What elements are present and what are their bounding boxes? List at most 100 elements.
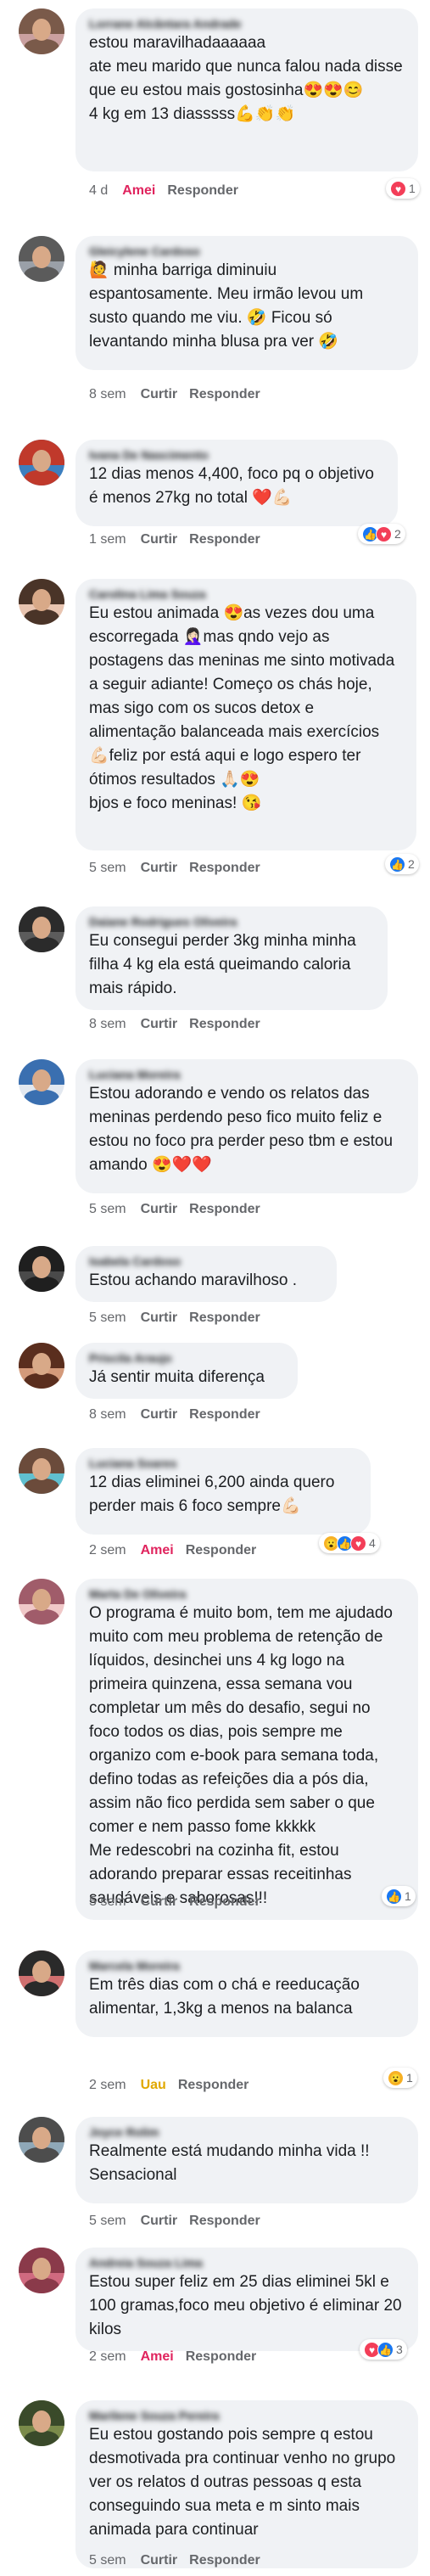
comment-author[interactable]: Priscila Araujo (89, 1350, 284, 1366)
like-button[interactable]: Curtir (141, 387, 178, 401)
comment-bubble: Marilene Souza Pereira Eu estou gostando … (75, 2400, 418, 2568)
comment-author[interactable]: Luciana Moreira (89, 1067, 405, 1082)
like-button[interactable]: Curtir (141, 1202, 178, 1216)
comment-author[interactable]: Lorrane Alcântara Andrade (89, 16, 405, 31)
comment-timestamp[interactable]: 8 sem (89, 1017, 126, 1031)
comment-timestamp[interactable]: 2 sem (89, 1543, 126, 1557)
comment-bubble: Joyce Rolim Realmente está mudando minha … (75, 2117, 418, 2203)
comment-author[interactable]: Marilene Souza Pereira (89, 2408, 405, 2423)
like-icon: 👍 (377, 2341, 394, 2358)
comment-bubble: Gleicylene Cardoso 🙋 minha barriga diminu… (75, 236, 418, 370)
reply-button[interactable]: Responder (186, 1543, 257, 1557)
comment-timestamp[interactable]: 2 sem (89, 2349, 126, 2364)
comment-text: 12 dias eliminei 6,200 ainda quero perde… (89, 1473, 339, 1515)
comment-timestamp[interactable]: 5 sem (89, 1310, 126, 1325)
comment-bubble: Daiane Rodrigues Oliveira Eu consegui per… (75, 906, 388, 1010)
avatar[interactable] (19, 1059, 64, 1105)
like-button[interactable]: Curtir (141, 1894, 178, 1909)
like-button[interactable]: Curtir (141, 1407, 178, 1422)
reactions-summary[interactable]: 😮 👍 ♥ 4 (319, 1533, 380, 1553)
reply-button[interactable]: Responder (189, 1202, 260, 1216)
like-icon: 👍 (389, 856, 405, 873)
reactions-summary[interactable]: ♥ 👍 3 (360, 2339, 407, 2360)
reply-button[interactable]: Responder (189, 1017, 260, 1031)
like-button[interactable]: Curtir (141, 1017, 178, 1031)
like-button[interactable]: Curtir (141, 532, 178, 547)
like-button[interactable]: Curtir (141, 2214, 178, 2228)
comment-actions: 5 sem Curtir Responder (89, 2214, 272, 2229)
reactions-summary[interactable]: ♥ 1 (386, 178, 420, 199)
comment-author[interactable]: Joyce Rolim (89, 2124, 405, 2140)
comment-timestamp[interactable]: 5 sem (89, 1202, 126, 1216)
reply-button[interactable]: Responder (186, 2349, 257, 2364)
reactions-summary[interactable]: 👍 1 (382, 1886, 416, 1906)
avatar[interactable] (19, 906, 64, 952)
comment-bubble: Carolina Lima Souza Eu estou animada 😍as … (75, 579, 416, 850)
comment-author[interactable]: Marcela Moreira (89, 1958, 405, 1973)
avatar[interactable] (19, 1950, 64, 1996)
comment-text: Estou super feliz em 25 dias eliminei 5k… (89, 2273, 406, 2338)
reply-button[interactable]: Responder (167, 183, 238, 198)
avatar[interactable] (19, 1448, 64, 1494)
comment-author[interactable]: Andreia Souza Lima (89, 2255, 405, 2270)
reactions-summary[interactable]: 👍 ♥ 2 (358, 524, 405, 544)
react-button[interactable]: Amei (122, 183, 155, 198)
avatar[interactable] (19, 2400, 64, 2446)
avatar[interactable] (19, 236, 64, 282)
react-button[interactable]: Uau (141, 2078, 166, 2092)
avatar[interactable] (19, 2117, 64, 2163)
like-button[interactable]: Curtir (141, 861, 178, 875)
avatar[interactable] (19, 440, 64, 485)
comment-author[interactable]: Carolina Lima Souza (89, 586, 403, 602)
comment-timestamp[interactable]: 8 sem (89, 387, 126, 401)
comment-author[interactable]: Isabela Cardoso (89, 1254, 323, 1269)
reply-button[interactable]: Responder (189, 2553, 260, 2568)
comment-actions: 2 sem Amei Responder (89, 1543, 268, 1558)
comment-thread: Lorrane Alcântara Andrade estou maravilha… (0, 0, 430, 2576)
reaction-count: 2 (394, 527, 401, 541)
reply-button[interactable]: Responder (189, 532, 260, 547)
comment-timestamp[interactable]: 1 sem (89, 532, 126, 547)
comment-timestamp[interactable]: 2 sem (89, 2078, 126, 2092)
comment-actions: 5 sem Curtir Responder (89, 1202, 272, 1217)
like-button[interactable]: Curtir (141, 2553, 178, 2568)
reaction-count: 4 (369, 1536, 376, 1550)
comment-timestamp[interactable]: 5 sem (89, 861, 126, 875)
react-button[interactable]: Amei (141, 1543, 174, 1557)
reply-button[interactable]: Responder (189, 1310, 260, 1325)
reply-button[interactable]: Responder (189, 1894, 260, 1909)
comment-timestamp[interactable]: 5 sem (89, 1894, 126, 1909)
reply-button[interactable]: Responder (189, 861, 260, 875)
comment-text: Em três dias com o chá e reeducação alim… (89, 1976, 365, 2018)
comment-author[interactable]: Marta De Oliveira (89, 1586, 405, 1602)
comment-text: Já sentir muita diferença (89, 1368, 265, 1386)
comment-actions: 5 sem Curtir Responder (89, 2553, 272, 2568)
avatar[interactable] (19, 579, 64, 625)
avatar[interactable] (19, 1579, 64, 1625)
like-icon: 👍 (386, 1888, 402, 1905)
comment-author[interactable]: Luciana Soares (89, 1456, 357, 1471)
reply-button[interactable]: Responder (189, 387, 260, 401)
avatar[interactable] (19, 8, 64, 54)
comment-author[interactable]: Ivana De Nascimento (89, 447, 384, 463)
comment-timestamp[interactable]: 5 sem (89, 2553, 126, 2568)
reactions-summary[interactable]: 😮 1 (383, 2068, 417, 2088)
reply-button[interactable]: Responder (189, 2214, 260, 2228)
love-icon: ♥ (350, 1535, 366, 1552)
react-button[interactable]: Amei (141, 2349, 174, 2364)
reply-button[interactable]: Responder (189, 1407, 260, 1422)
avatar[interactable] (19, 1246, 64, 1292)
comment-timestamp[interactable]: 4 d (89, 183, 108, 198)
avatar[interactable] (19, 1343, 64, 1389)
comment-timestamp[interactable]: 8 sem (89, 1407, 126, 1422)
reply-button[interactable]: Responder (178, 2078, 249, 2092)
comment-timestamp[interactable]: 5 sem (89, 2214, 126, 2228)
reactions-summary[interactable]: 👍 2 (385, 854, 419, 874)
comment-author[interactable]: Daiane Rodrigues Oliveira (89, 914, 374, 929)
comment-author[interactable]: Gleicylene Cardoso (89, 244, 405, 259)
comment-actions: 4 d Amei Responder (89, 183, 250, 199)
like-button[interactable]: Curtir (141, 1310, 178, 1325)
comment-actions: 1 sem Curtir Responder (89, 532, 272, 547)
avatar[interactable] (19, 2248, 64, 2293)
comment-actions: 5 sem Curtir Responder (89, 861, 272, 876)
